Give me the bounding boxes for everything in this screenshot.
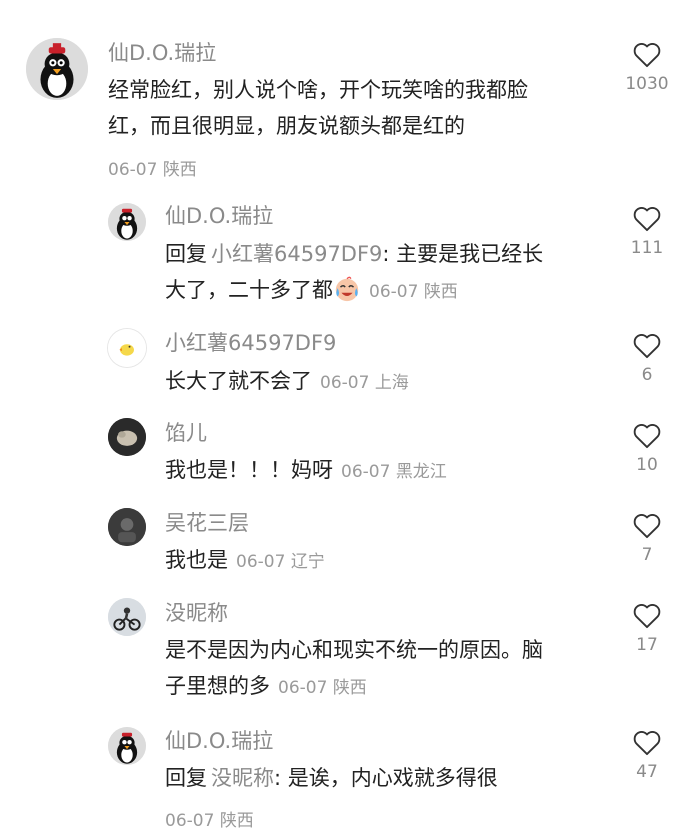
like-button[interactable]: 17 (617, 603, 677, 655)
heart-icon[interactable] (633, 206, 661, 232)
comment-author[interactable]: 仙D.O.瑞拉 (108, 40, 216, 66)
reply-location: 陕西 (332, 678, 367, 698)
reply-author[interactable]: 没昵称 (165, 600, 228, 626)
reply-location: 陕西 (423, 282, 458, 302)
reply-text: 是不是因为内心和现实不统一的原因。脑 子里想的多 06-07 陕西 (165, 632, 605, 706)
reply-text-line: 长大了就不会了 06-07 上海 (165, 363, 605, 401)
like-count: 111 (630, 238, 664, 258)
reply-text: 我也是！！！妈呀 06-07 黑龙江 (165, 452, 605, 490)
reply-text: 回复 小红薯64597DF9: 主要是我已经长 大了，二十多了都 06-07 陕西 (165, 236, 605, 310)
reply-meta: 06-07 上海 (320, 373, 409, 393)
reply-author[interactable]: 吴花三层 (165, 510, 249, 536)
like-button[interactable]: 111 (617, 206, 677, 258)
heart-icon[interactable] (633, 603, 661, 629)
reply-to-user[interactable]: 没昵称 (211, 766, 274, 790)
reply-author[interactable]: 馅儿 (165, 420, 207, 446)
reply-text-body: 长大了就不会了 (165, 369, 312, 393)
chick-avatar-icon[interactable] (108, 329, 146, 367)
heart-icon[interactable] (633, 730, 661, 756)
comment-text-line: 红，而且很明显，朋友说额头都是红的 (108, 114, 465, 138)
reply-text: 我也是 06-07 辽宁 (165, 542, 605, 580)
reply-location: 辽宁 (290, 552, 325, 572)
heart-icon[interactable] (633, 423, 661, 449)
heart-icon[interactable] (633, 513, 661, 539)
crying-laugh-emoji-icon (335, 276, 359, 302)
reply-prefix: 回复 (165, 766, 207, 790)
like-count: 47 (636, 762, 658, 782)
reply-location: 黑龙江 (395, 462, 447, 482)
reply-text-line: 我也是 06-07 辽宁 (165, 542, 605, 580)
reply-text-line: 我也是！！！妈呀 06-07 黑龙江 (165, 452, 605, 490)
reply-text-body: 我也是 (165, 548, 228, 572)
reply-text-line: 是不是因为内心和现实不统一的原因。脑 (165, 638, 543, 662)
like-button[interactable]: 7 (617, 513, 677, 565)
reply-prefix: 回复 (165, 242, 207, 266)
reply-date: 06-07 (165, 811, 215, 831)
reply-text-line2: 大了，二十多了都 (165, 278, 333, 302)
like-button[interactable]: 6 (617, 333, 677, 385)
reply-author[interactable]: 仙D.O.瑞拉 (165, 728, 273, 754)
reply-text-line: 子里想的多 06-07 陕西 (165, 668, 605, 706)
comment-meta: 06-07 陕西 (108, 155, 197, 180)
penguin-avatar-icon[interactable] (108, 203, 146, 241)
heart-icon[interactable] (633, 333, 661, 359)
like-count: 7 (641, 545, 653, 565)
reply-date: 06-07 (341, 462, 391, 482)
comment-date: 06-07 (108, 160, 158, 180)
like-button[interactable]: 1030 (617, 42, 677, 94)
reply-location: 上海 (374, 373, 409, 393)
reply-meta: 06-07 陕西 (369, 282, 458, 302)
like-button[interactable]: 10 (617, 423, 677, 475)
reply-text-line2: 子里想的多 (165, 674, 270, 698)
reply-author[interactable]: 仙D.O.瑞拉 (165, 203, 273, 229)
like-count: 10 (636, 455, 658, 475)
like-button[interactable]: 47 (617, 730, 677, 782)
reply-meta: 06-07 辽宁 (236, 552, 325, 572)
user-avatar-icon[interactable] (108, 418, 146, 456)
reply-date: 06-07 (278, 678, 328, 698)
reply-text-line: 大了，二十多了都 06-07 陕西 (165, 272, 605, 310)
like-count: 1030 (625, 74, 669, 94)
reply-date: 06-07 (369, 282, 419, 302)
like-count: 6 (641, 365, 653, 385)
reply-text: 长大了就不会了 06-07 上海 (165, 363, 605, 401)
reply-author[interactable]: 小红薯64597DF9 (165, 330, 336, 356)
like-count: 17 (636, 635, 658, 655)
reply-meta: 06-07 陕西 (165, 806, 254, 831)
reply-meta: 06-07 黑龙江 (341, 462, 447, 482)
reply-text-line1: : 主要是我已经长 (382, 242, 544, 266)
reply-text-line: 回复 没昵称: 是诶，内心戏就多得很 (165, 760, 605, 796)
reply-text-line1: : 是诶，内心戏就多得很 (274, 766, 498, 790)
penguin-avatar-icon[interactable] (26, 38, 88, 100)
reply-date: 06-07 (320, 373, 370, 393)
penguin-avatar-icon[interactable] (108, 727, 146, 765)
heart-icon[interactable] (633, 42, 661, 68)
reply-text: 回复 没昵称: 是诶，内心戏就多得很 (165, 760, 605, 796)
comment-text: 经常脸红，别人说个啥，开个玩笑啥的我都脸 红，而且很明显，朋友说额头都是红的 (108, 72, 598, 144)
reply-meta: 06-07 陕西 (278, 678, 367, 698)
motorcycle-avatar-icon[interactable] (108, 598, 146, 636)
comment-text-line: 经常脸红，别人说个啥，开个玩笑啥的我都脸 (108, 78, 528, 102)
reply-to-user[interactable]: 小红薯64597DF9 (211, 242, 382, 266)
reply-location: 陕西 (219, 811, 254, 831)
reply-date: 06-07 (236, 552, 286, 572)
reply-text-body: 我也是！！！妈呀 (165, 458, 333, 482)
user-avatar-icon[interactable] (108, 508, 146, 546)
reply-text-line: 回复 小红薯64597DF9: 主要是我已经长 (165, 236, 605, 272)
comment-location: 陕西 (162, 160, 197, 180)
